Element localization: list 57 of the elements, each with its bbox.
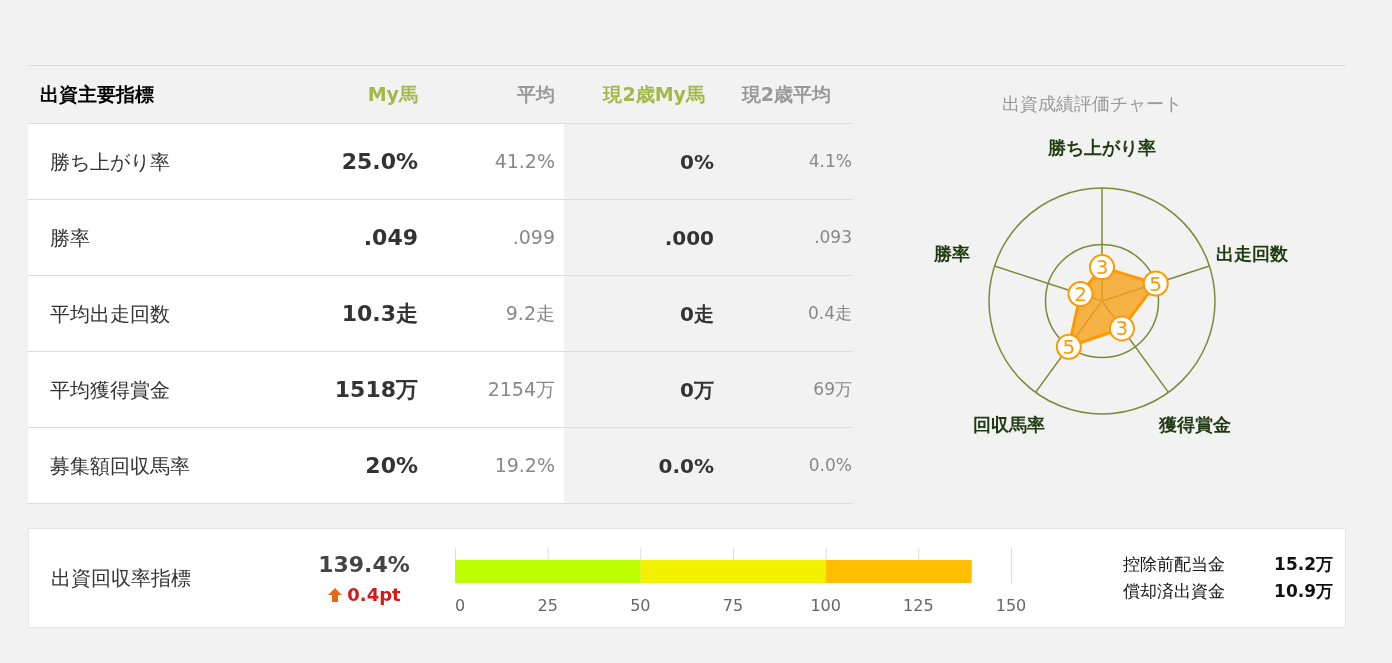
score-marker [1108, 315, 1135, 342]
score-value: 2 [1074, 282, 1087, 306]
stat-value: 15.2万 [1273, 552, 1333, 576]
tick-label: 25 [537, 596, 558, 615]
score-value: 3 [1095, 255, 1109, 280]
table-cell-text: .049 [362, 224, 418, 252]
stat-label: 控除前配当金 [1123, 552, 1226, 576]
axis-label: 回収馬率 [973, 413, 1046, 435]
row-label: 平均出走回数 [49, 300, 171, 328]
tick-label: 50 [630, 596, 651, 615]
table-cell-text: 9.2走 [504, 301, 555, 327]
stat-label: 償却済出資金 [1123, 580, 1226, 603]
table-cell-text: 41.2% [493, 149, 555, 175]
table-cell-text: 0万 [679, 376, 714, 404]
column-header: 現2歳My馬 [601, 82, 705, 108]
axis-label: 出走回数 [1216, 242, 1289, 264]
row-label: 募集額回収馬率 [49, 452, 191, 480]
row-label: 勝ち上がり率 [49, 148, 171, 176]
tick-label: 100 [810, 596, 841, 615]
row-label: 勝率 [49, 224, 91, 252]
stat-value: 10.9万 [1273, 580, 1333, 603]
table-cell-text: 19.2% [493, 453, 555, 479]
table-cell-text: 1518万 [333, 376, 418, 404]
recovery-label: 出資回収率指標 [50, 565, 192, 592]
table-cell-text: 0.0% [807, 453, 852, 477]
axis-label: 獲得賞金 [1158, 413, 1231, 435]
change-value: 0.4pt [347, 583, 401, 607]
score-value: 3 [1115, 316, 1129, 341]
table-cell-text: 4.1% [807, 149, 852, 173]
table-cell-text: 10.3走 [340, 300, 418, 328]
table-cell-text: 0.0% [657, 452, 714, 480]
table-cell-text: .000 [663, 224, 714, 252]
table-cell-text: 69万 [812, 377, 852, 401]
axis-label: 勝ち上がり率 [1048, 137, 1156, 158]
table-cell-text: .093 [813, 225, 852, 249]
up-arrow-icon [327, 586, 344, 603]
tick-label: 150 [995, 596, 1027, 615]
table-cell-text: 2154万 [486, 377, 555, 403]
table-cell-text: 0% [679, 148, 714, 176]
table-cell-text: 25.0% [340, 148, 418, 176]
column-header: 現2歳平均 [740, 82, 831, 108]
tick-label: 125 [903, 596, 934, 615]
column-header: My馬 [366, 82, 418, 108]
row-label: 平均獲得賞金 [49, 376, 171, 404]
table-cell-text: 0走 [679, 300, 714, 328]
table-cell-text: 20% [364, 452, 418, 480]
tick-label: 75 [722, 596, 744, 615]
axis-label: 勝率 [933, 242, 970, 264]
recovery-value: 139.4% [318, 551, 410, 579]
table-cell-text: 0.4走 [806, 301, 852, 325]
column-header: 平均 [516, 82, 555, 108]
chart-title: 出資成績評価チャート [1002, 92, 1182, 116]
tick-label: 0 [455, 596, 466, 615]
score-value: 5 [1149, 271, 1163, 296]
table-cell-text: .099 [511, 225, 555, 251]
column-header: 出資主要指標 [40, 82, 155, 108]
score-value: 5 [1062, 334, 1076, 359]
